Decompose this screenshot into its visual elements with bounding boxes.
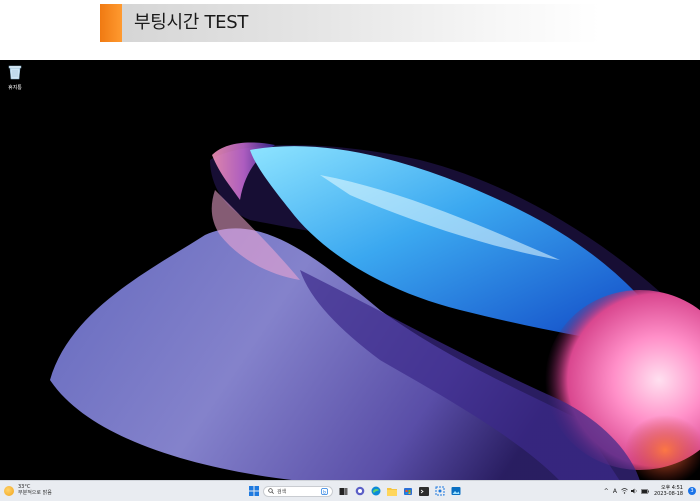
taskbar-center: 검색 b: [247, 483, 465, 499]
photos-button[interactable]: [449, 485, 462, 498]
edge-icon: [371, 486, 380, 496]
edge-button[interactable]: [369, 485, 382, 498]
battery-icon[interactable]: [640, 488, 649, 494]
banner-accent-bar: [100, 4, 122, 42]
copilot-icon: b: [321, 487, 328, 495]
task-view-button[interactable]: [337, 485, 350, 498]
weather-condition: 부분적으로 맑음: [18, 490, 52, 496]
chat-icon: [355, 486, 364, 496]
system-tray: ^ A 오후 4:51 2023-08-18 3: [604, 483, 696, 499]
svg-text:b: b: [323, 489, 326, 495]
terminal-icon: [418, 486, 429, 496]
start-button[interactable]: [247, 485, 260, 498]
ime-indicator[interactable]: A: [613, 488, 617, 495]
start-icon: [248, 486, 259, 496]
snipping-tool-button[interactable]: [433, 485, 446, 498]
desktop-icon-label: 휴지통: [8, 85, 22, 91]
recycle-bin-icon: [8, 65, 22, 80]
chat-button[interactable]: [353, 485, 366, 498]
volume-icon[interactable]: [630, 488, 638, 494]
banner-title: 부팅시간 TEST: [134, 12, 249, 33]
file-explorer-icon: [386, 487, 397, 496]
desktop-screen: 휴지통 33°C 부분적으로 맑음 검색 b ^ A 오후 4:51 2023-…: [0, 60, 700, 501]
clock-date: 2023-08-18: [653, 491, 683, 497]
file-explorer-button[interactable]: [385, 485, 398, 498]
taskbar-clock[interactable]: 오후 4:51 2023-08-18: [654, 485, 683, 497]
taskbar-search-input[interactable]: 검색 b: [263, 485, 333, 497]
photos-icon: [451, 487, 460, 495]
snipping-tool-icon: [435, 486, 444, 496]
wifi-icon[interactable]: [621, 488, 628, 494]
search-placeholder: 검색: [277, 488, 287, 495]
terminal-button[interactable]: [417, 485, 430, 498]
tray-overflow-chevron[interactable]: ^: [604, 488, 609, 495]
store-icon: [403, 488, 412, 495]
search-icon: [268, 488, 274, 494]
sun-icon: [4, 486, 14, 496]
bloom-wallpaper: [0, 60, 700, 481]
store-button[interactable]: [401, 485, 414, 498]
taskbar: 33°C 부분적으로 맑음 검색 b ^ A 오후 4:51 2023-08-1…: [0, 480, 700, 501]
notification-badge[interactable]: 3: [688, 487, 696, 495]
section-banner: 부팅시간 TEST: [100, 4, 600, 42]
desktop-icon-recycle-bin[interactable]: 휴지통: [4, 63, 26, 91]
task-view-icon: [339, 487, 348, 495]
